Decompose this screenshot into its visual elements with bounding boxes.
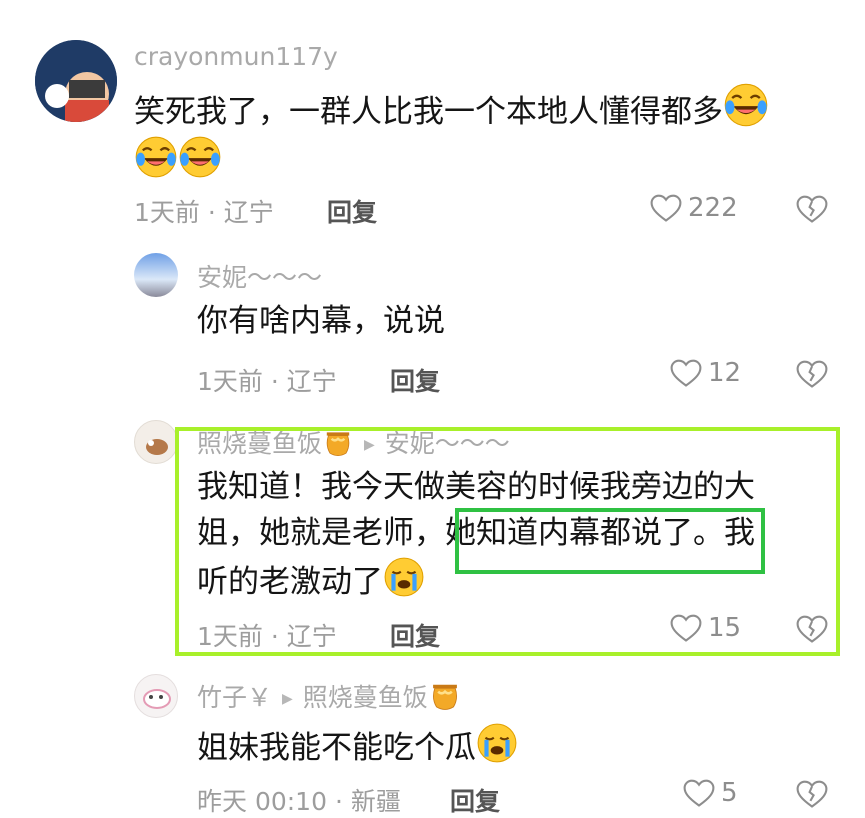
crying-emoji (476, 722, 518, 764)
comment-username[interactable]: 安妮～～～ (197, 258, 322, 294)
dislike-button[interactable] (796, 195, 828, 228)
like-count: 5 (721, 778, 738, 808)
avatar[interactable] (35, 40, 117, 122)
like-button[interactable]: 222 (650, 193, 738, 223)
broken-heart-icon (796, 195, 828, 224)
reply-button[interactable]: 回复 (327, 193, 377, 229)
reply-to-username[interactable]: 照烧蔓鱼饭 (303, 683, 428, 712)
highlight-box-inner (455, 508, 765, 574)
reply-button[interactable]: 回复 (390, 362, 440, 398)
comment-meta: 1天前 · 辽宁 (197, 367, 337, 396)
like-button[interactable]: 12 (670, 358, 741, 388)
laughing-tears-emoji (134, 135, 178, 179)
like-count: 12 (708, 358, 742, 388)
like-button[interactable]: 5 (683, 778, 738, 808)
like-count: 222 (688, 193, 738, 223)
comment-meta: 昨天 00:10 · 新疆 (197, 787, 401, 816)
reply-button[interactable]: 回复 (450, 782, 500, 818)
comment-text: 姐妹我能不能吃个瓜 (197, 722, 518, 771)
dislike-button[interactable] (796, 360, 828, 393)
dislike-button[interactable] (796, 780, 828, 813)
play-arrow-icon: ▶ (282, 691, 293, 707)
honey-pot-emoji (428, 678, 462, 712)
laughing-tears-emoji (723, 82, 769, 128)
avatar[interactable] (134, 674, 178, 718)
heart-outline-icon (670, 359, 702, 388)
comment-text: 笑死我了，一群人比我一个本地人懂得都多 (134, 82, 834, 186)
heart-outline-icon (683, 779, 715, 808)
avatar[interactable] (134, 253, 178, 297)
avatar[interactable] (134, 420, 178, 464)
comment-meta: 1天前 · 辽宁 (134, 198, 274, 227)
comment-username[interactable]: crayonmun117y (134, 42, 338, 71)
laughing-tears-emoji (178, 135, 222, 179)
comment-username[interactable]: 竹子￥ ▶ 照烧蔓鱼饭 (197, 678, 462, 714)
comment-text: 你有啥内幕，说说 (197, 303, 445, 339)
broken-heart-icon (796, 360, 828, 389)
broken-heart-icon (796, 780, 828, 809)
heart-outline-icon (650, 194, 682, 223)
